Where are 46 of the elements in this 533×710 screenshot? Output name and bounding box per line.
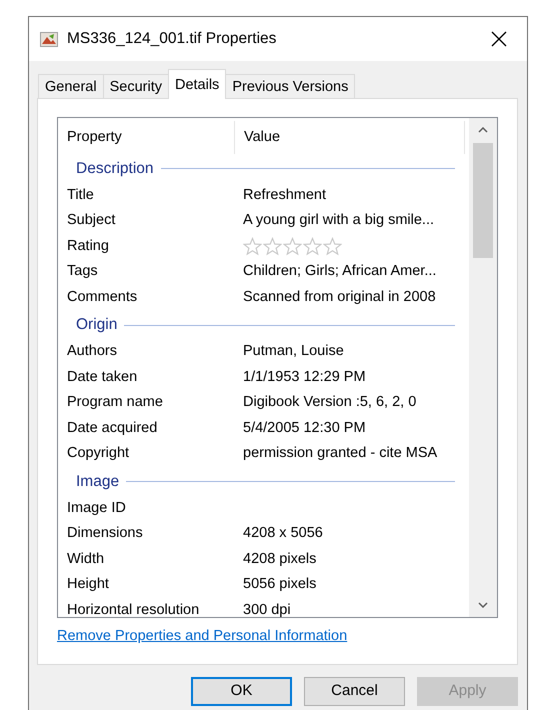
property-value: A young girl with a big smile... — [242, 211, 434, 230]
property-value: Digibook Version :5, 6, 2, 0 — [242, 393, 416, 412]
property-name: Title — [66, 186, 95, 205]
scroll-up-icon[interactable] — [478, 127, 488, 133]
property-value: 300 dpi — [242, 600, 291, 617]
property-name: Rating — [66, 236, 110, 256]
tab[interactable]: Details — [168, 69, 226, 99]
property-name: Copyright — [66, 444, 130, 464]
scrollbar[interactable] — [469, 118, 497, 617]
property-name: Authors — [66, 342, 118, 362]
image-file-icon — [40, 32, 58, 46]
property-value: Putman, Louise — [242, 342, 344, 362]
property-name: Subject — [66, 211, 116, 230]
property-value: 5/4/2005 12:30 PM — [242, 418, 366, 438]
property-value: 4208 x 5056 — [242, 524, 323, 544]
tab[interactable]: Previous Versions — [225, 74, 356, 99]
property-name: Program name — [66, 393, 164, 412]
window-title: MS336_124_001.tif Properties — [67, 29, 278, 50]
group-header: Image — [76, 472, 120, 492]
group-header: Origin — [76, 315, 118, 336]
property-value: permission granted - cite MSA — [242, 444, 438, 464]
column-header[interactable]: Property — [58, 121, 235, 154]
property-value: Refreshment — [242, 186, 326, 205]
property-value: 5056 pixels — [242, 575, 316, 594]
property-name: Image ID — [66, 498, 127, 518]
property-name: Tags — [66, 262, 99, 282]
property-name: Date acquired — [66, 418, 158, 438]
group-header: Description — [76, 158, 154, 179]
dialog-button[interactable]: OK — [191, 677, 292, 706]
property-name: Dimensions — [66, 524, 144, 544]
property-value: Scanned from original in 2008 — [242, 288, 436, 307]
property-name: Comments — [66, 288, 138, 307]
property-value: 1/1/1953 12:29 PM — [242, 368, 366, 387]
remove-properties-link[interactable]: Remove Properties and Personal Information — [57, 626, 348, 648]
property-value: 4208 pixels — [242, 550, 316, 569]
property-value: Children; Girls; African Amer... — [242, 262, 436, 282]
column-header[interactable]: Value — [235, 121, 465, 154]
close-icon[interactable] — [491, 31, 507, 47]
scroll-down-icon[interactable] — [478, 602, 488, 608]
dialog-button[interactable]: Cancel — [304, 677, 405, 706]
property-name: Width — [66, 550, 106, 569]
tab[interactable]: General — [38, 74, 104, 99]
scrollbar-thumb[interactable] — [473, 143, 493, 258]
property-name: Date taken — [66, 368, 138, 387]
property-name: Horizontal resolution — [66, 600, 200, 617]
property-name: Height — [66, 575, 110, 594]
